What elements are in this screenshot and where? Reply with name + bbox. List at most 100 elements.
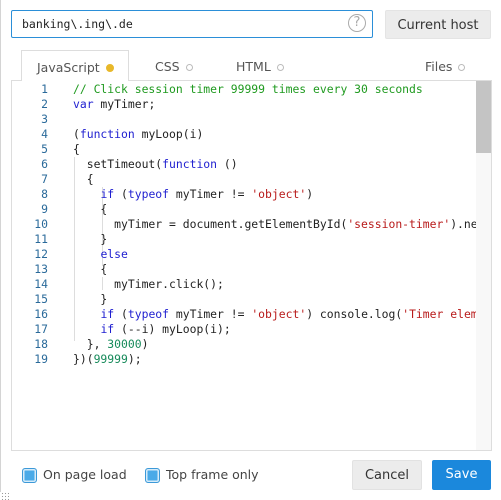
code-token-string: 'object' [251, 307, 307, 321]
code-line: setTimeout(function () [73, 157, 485, 172]
line-number: 6 [41, 157, 48, 171]
vertical-scrollbar[interactable] [476, 81, 491, 450]
current-host-button[interactable]: Current host [385, 10, 491, 39]
code-token-plain: ) console.log( [306, 307, 403, 321]
code-editor[interactable]: 1 2 3 4 5 6 7 8 9 10 11 12 13 14 15 16 17 18 19 // Click s… [11, 80, 492, 451]
code-token-plain: myTimer.click(); [73, 277, 224, 291]
code-token-number: 99999 [93, 352, 128, 366]
code-token-plain: { [73, 172, 94, 186]
code-token-plain: () [217, 157, 238, 171]
code-line: // Click session timer 99999 times every… [73, 82, 485, 97]
code-content[interactable]: // Click session timer 99999 times every… [73, 81, 485, 367]
code-token-keyword: function [79, 127, 135, 141]
line-number: 8 [41, 187, 48, 201]
empty-dot-icon [458, 64, 466, 71]
code-line: myTimer.click(); [73, 277, 485, 292]
code-token-plain: } [73, 232, 108, 246]
tab-css[interactable]: CSS [155, 50, 193, 81]
code-line: var myTimer; [73, 97, 485, 112]
code-token-number: 30000 [107, 337, 142, 351]
code-token-string: 'Timer eleme [402, 307, 485, 321]
code-token-plain: ( [73, 127, 80, 141]
checkbox-checked-icon[interactable] [22, 468, 37, 483]
code-token-plain: myTimer != [169, 307, 252, 321]
top-frame-only-checkbox[interactable]: Top frame only [145, 467, 259, 483]
code-token-plain: ); [127, 352, 142, 366]
line-number: 14 [34, 277, 48, 291]
line-number: 16 [34, 307, 48, 321]
cancel-button[interactable]: Cancel [352, 460, 422, 490]
tab-label: JavaScript [37, 60, 100, 75]
code-token-plain: }, [73, 337, 108, 351]
tab-label: HTML [236, 59, 271, 74]
modified-dot-icon [105, 64, 114, 72]
code-token-plain: ( [114, 307, 128, 321]
resize-grip-icon[interactable] [1, 492, 9, 500]
host-pattern-input[interactable] [22, 11, 342, 37]
line-number: 11 [34, 232, 48, 246]
line-number: 3 [41, 112, 48, 126]
code-line: if (--i) myLoop(i); [73, 322, 485, 337]
code-token-keyword: typeof [127, 187, 170, 201]
code-line: })(99999); [73, 352, 485, 367]
code-token-plain: (--i) myLoop(i); [114, 322, 231, 336]
question-circle-icon[interactable]: ? [348, 14, 366, 32]
code-line: { [73, 142, 485, 157]
code-token-plain: ( [114, 187, 128, 201]
code-token-plain: ) [141, 337, 149, 351]
line-number: 13 [34, 262, 48, 276]
code-line: if (typeof myTimer != 'object') console.… [73, 307, 485, 322]
code-token-keyword: function [162, 157, 218, 171]
line-number: 19 [34, 352, 48, 366]
empty-dot-icon [276, 64, 284, 71]
code-token-plain: myLoop(i) [134, 127, 204, 141]
code-token-string: 'object' [251, 187, 307, 201]
code-token-keyword: else [100, 247, 128, 261]
line-number: 9 [41, 202, 48, 216]
code-line: { [73, 172, 485, 187]
code-token-plain: ) [306, 187, 314, 201]
code-line: myTimer = document.getElementById('sessi… [73, 217, 485, 232]
tab-label: CSS [155, 59, 180, 74]
line-number: 2 [41, 97, 48, 111]
code-token-keyword: var [73, 97, 94, 111]
window-border [0, 0, 1, 492]
line-number: 15 [34, 292, 48, 306]
code-token-keyword: if [100, 187, 115, 201]
code-line: if (typeof myTimer != 'object') [73, 187, 485, 202]
code-line: { [73, 202, 485, 217]
editor-tabs: JavaScript CSS HTML Files [11, 50, 491, 81]
code-line: }, 30000) [73, 337, 485, 352]
tab-html[interactable]: HTML [236, 50, 284, 81]
line-number: 1 [41, 82, 48, 96]
code-token-plain: setTimeout( [73, 157, 163, 171]
checkbox-label: On page load [43, 467, 127, 482]
code-token-plain: { [73, 202, 108, 216]
code-token-comment: // Click session timer 99999 times every… [73, 82, 423, 96]
on-page-load-checkbox[interactable]: On page load [22, 467, 127, 483]
line-number: 12 [34, 247, 48, 261]
line-number: 7 [41, 172, 48, 186]
checkbox-checked-icon[interactable] [145, 468, 160, 483]
code-token-plain: myTimer != [169, 187, 252, 201]
code-token-plain: myTimer = document.getElementById( [73, 217, 348, 231]
code-token-string: 'session-timer' [347, 217, 451, 231]
tab-label: Files [425, 59, 453, 74]
tab-files[interactable]: Files [425, 50, 466, 81]
code-line: } [73, 232, 485, 247]
line-number: 5 [41, 142, 48, 156]
code-line: else [73, 247, 485, 262]
line-number-gutter: 1 2 3 4 5 6 7 8 9 10 11 12 13 14 15 16 17 18 19 [12, 81, 48, 367]
scrollbar-thumb[interactable] [476, 81, 491, 153]
line-number: 17 [34, 322, 48, 336]
line-number: 10 [34, 217, 48, 231]
tab-javascript[interactable]: JavaScript [21, 50, 129, 81]
host-pattern-field[interactable]: ? [11, 10, 373, 38]
line-number: 18 [34, 337, 48, 351]
save-button[interactable]: Save [432, 460, 491, 490]
